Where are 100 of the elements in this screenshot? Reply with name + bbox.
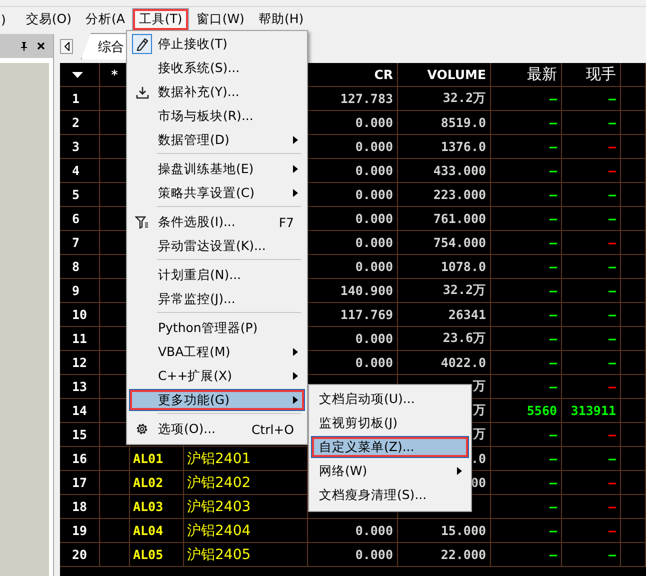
row-number: 17 — [60, 471, 100, 495]
row-number: 2 — [60, 111, 100, 135]
pencil-icon — [135, 37, 149, 51]
menu-item[interactable]: 市场与板块(R)... — [129, 105, 305, 127]
column-header[interactable]: 最新 — [491, 63, 562, 87]
table-cell: — — [608, 427, 616, 442]
table-cell: 26341 — [398, 303, 491, 327]
sort-icon[interactable] — [72, 72, 83, 78]
caret-left-icon — [64, 42, 70, 50]
table-cell: — — [549, 307, 557, 322]
row-number: 14 — [60, 399, 100, 423]
table-cell: AL04 — [130, 519, 184, 543]
table-cell: 8519.0 — [398, 111, 491, 135]
table-cell: 4022.0 — [398, 351, 491, 375]
table-cell: — — [608, 475, 616, 490]
submenu-arrow-icon — [293, 189, 298, 197]
table-cell: — — [608, 355, 616, 370]
row-number: 12 — [60, 351, 100, 375]
row-number: 7 — [60, 231, 100, 255]
table-cell: 1078.0 — [398, 255, 491, 279]
submenu-arrow-icon — [457, 467, 462, 475]
table-cell: — — [549, 379, 557, 394]
submenu-arrow-icon — [293, 396, 298, 404]
close-icon[interactable] — [37, 42, 45, 50]
row-number: 1 — [60, 87, 100, 111]
menu-item[interactable]: 数据补充(Y)... — [129, 81, 305, 103]
download-icon — [136, 86, 148, 98]
menu-item[interactable]: 异动雷达设置(K)... — [129, 235, 305, 257]
menu-item[interactable]: 工具(T) — [132, 8, 190, 30]
menu-item[interactable]: C++扩展(X) — [129, 365, 305, 387]
menu-item[interactable]: 数据管理(D) — [129, 129, 305, 151]
table-cell: 沪铝2404 — [184, 519, 308, 543]
menu-item[interactable]: 窗口(W) — [189, 8, 252, 30]
menu-item[interactable]: 分析(A — [78, 8, 132, 30]
row-number: 20 — [60, 543, 100, 567]
row-number: 5 — [60, 183, 100, 207]
table-cell: — — [549, 283, 557, 298]
table-cell: — — [549, 355, 557, 370]
row-number: 3 — [60, 135, 100, 159]
table-cell: — — [608, 331, 616, 346]
row-number: 16 — [60, 447, 100, 471]
gear-icon — [135, 422, 149, 436]
row-number: 18 — [60, 495, 100, 519]
table-cell: — — [608, 523, 616, 538]
table-cell: 32.2万 — [398, 279, 491, 303]
table-cell: — — [549, 331, 557, 346]
table-cell: — — [608, 139, 616, 154]
table-cell: — — [608, 283, 616, 298]
column-header[interactable]: 现手 — [562, 63, 621, 87]
row-number: 4 — [60, 159, 100, 183]
table-cell: 1376.0 — [398, 135, 491, 159]
table-cell: 0.000 — [308, 519, 398, 543]
menu-item[interactable]: 策略共享设置(C) — [129, 182, 305, 204]
row-number: 9 — [60, 279, 100, 303]
table-cell: — — [549, 235, 557, 250]
table-cell: — — [608, 307, 616, 322]
menu-item[interactable]: ) — [0, 8, 13, 30]
menu-item[interactable]: 选项(O)... Ctrl+O — [129, 418, 305, 440]
submenu-arrow-icon — [293, 348, 298, 356]
menu-item[interactable]: Python管理器(P) — [129, 317, 305, 339]
menu-item[interactable]: 操盘训练基地(E) — [129, 158, 305, 180]
menu-item[interactable]: 条件选股(I)... F7 — [129, 211, 305, 233]
menu-item[interactable]: 帮助(H) — [251, 8, 311, 30]
table-cell: 32.2万 — [398, 87, 491, 111]
menu-item[interactable]: 交易(O) — [18, 8, 78, 30]
pin-icon[interactable] — [20, 42, 28, 50]
table-cell: AL02 — [130, 471, 184, 495]
column-header[interactable]: VOLUME — [398, 63, 491, 87]
row-number: 13 — [60, 375, 100, 399]
menu-item[interactable]: 计划重启(N)... — [129, 264, 305, 286]
table-cell: — — [608, 187, 616, 202]
menu-item[interactable]: 更多功能(G) — [129, 389, 305, 411]
menu-item[interactable]: 自定义菜单(Z)... — [311, 436, 469, 458]
table-cell: — — [549, 91, 557, 106]
table-cell: AL05 — [130, 543, 184, 567]
table-cell: — — [549, 163, 557, 178]
table-cell: — — [549, 187, 557, 202]
menu-item[interactable]: 接收系统(S)... — [129, 57, 305, 79]
table-cell: — — [549, 211, 557, 226]
table-cell: 5560 — [526, 403, 557, 418]
table-cell: — — [549, 451, 557, 466]
table-cell: — — [549, 427, 557, 442]
table-cell: — — [549, 547, 557, 562]
table-cell: 313911 — [570, 403, 616, 418]
table-cell: — — [608, 379, 616, 394]
row-number: 8 — [60, 255, 100, 279]
table-cell: — — [549, 475, 557, 490]
row-number: 10 — [60, 303, 100, 327]
table-cell: 0.000 — [308, 543, 398, 567]
submenu-arrow-icon — [293, 372, 298, 380]
table-cell: 15.000 — [398, 519, 491, 543]
menu-item[interactable]: 异常监控(J)... — [129, 288, 305, 310]
scroll-left-button[interactable] — [60, 38, 73, 54]
table-cell: AL01 — [130, 447, 184, 471]
table-cell: — — [549, 139, 557, 154]
table-cell: 23.6万 — [398, 327, 491, 351]
column-header[interactable] — [60, 63, 100, 87]
menu-item[interactable]: VBA工程(M) — [129, 341, 305, 363]
table-cell: — — [608, 451, 616, 466]
filter-icon — [135, 216, 149, 228]
